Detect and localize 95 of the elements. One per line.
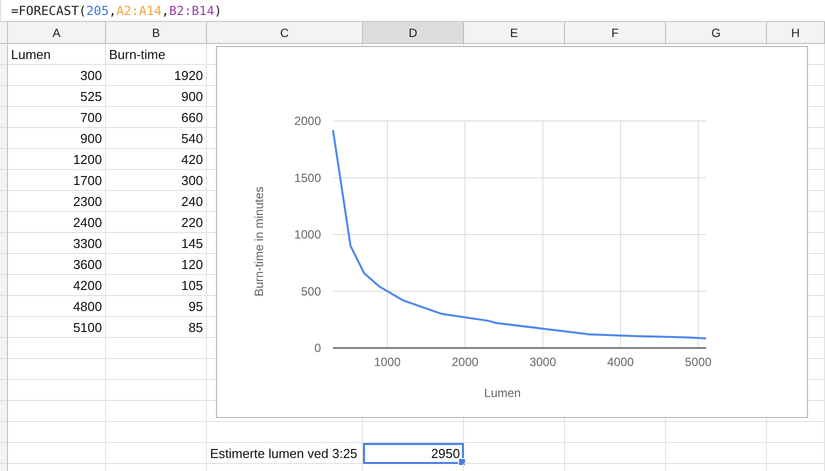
table-cell[interactable] xyxy=(106,359,207,380)
table-cell[interactable]: Burn-time xyxy=(106,44,207,65)
table-cell[interactable] xyxy=(106,401,207,422)
table-cell[interactable] xyxy=(8,380,106,401)
table-cell[interactable] xyxy=(207,422,363,443)
fill-handle[interactable] xyxy=(458,458,466,466)
table-cell[interactable] xyxy=(767,443,825,464)
row-header[interactable] xyxy=(0,212,8,233)
table-cell[interactable]: 525 xyxy=(8,86,106,107)
table-cell[interactable] xyxy=(565,443,666,464)
table-cell[interactable]: Estimerte lumen ved 3:25 xyxy=(207,443,363,464)
table-cell[interactable]: 220 xyxy=(106,212,207,233)
table-cell[interactable] xyxy=(464,443,565,464)
table-cell[interactable]: 2950 xyxy=(363,443,464,464)
table-cell[interactable]: 120 xyxy=(106,254,207,275)
table-cell[interactable]: 145 xyxy=(106,233,207,254)
row-header[interactable] xyxy=(0,233,8,254)
row-header[interactable] xyxy=(0,170,8,191)
column-header[interactable]: F xyxy=(565,22,666,44)
table-cell[interactable] xyxy=(106,422,207,443)
y-axis-title: Burn-time in minutes xyxy=(252,186,266,297)
x-axis-title: Lumen xyxy=(484,386,521,400)
y-tick-label: 1500 xyxy=(294,170,321,185)
table-cell[interactable] xyxy=(8,422,106,443)
corner-cell[interactable] xyxy=(0,22,8,44)
table-cell[interactable]: 420 xyxy=(106,149,207,170)
table-cell[interactable]: 900 xyxy=(8,128,106,149)
row-header[interactable] xyxy=(0,380,8,401)
table-cell[interactable] xyxy=(8,338,106,359)
formula-text: =FORECAST(205,A2:A14,B2:B14) xyxy=(11,3,222,18)
table-cell[interactable]: 85 xyxy=(106,317,207,338)
column-header[interactable]: B xyxy=(106,22,207,44)
y-tick-label: 500 xyxy=(300,284,321,298)
row-header[interactable] xyxy=(0,65,8,86)
table-cell[interactable]: 240 xyxy=(106,191,207,212)
row-header[interactable] xyxy=(0,317,8,338)
table-cell[interactable]: 95 xyxy=(106,296,207,317)
x-tick-label: 5000 xyxy=(684,355,712,369)
column-header[interactable]: D xyxy=(363,22,464,44)
table-cell[interactable]: 4200 xyxy=(8,275,106,296)
table-cell[interactable]: Lumen xyxy=(8,44,106,65)
table-cell[interactable]: 900 xyxy=(106,86,207,107)
table-cell[interactable]: 3300 xyxy=(8,233,106,254)
y-tick-label: 0 xyxy=(314,341,321,355)
column-header[interactable]: H xyxy=(767,22,825,44)
x-tick-label: 3000 xyxy=(529,355,556,369)
row-header[interactable] xyxy=(0,149,8,170)
y-tick-label: 1000 xyxy=(294,228,321,242)
table-cell[interactable] xyxy=(767,422,825,443)
table-cell[interactable]: 3600 xyxy=(8,254,106,275)
row-header[interactable] xyxy=(0,401,8,422)
column-header[interactable]: E xyxy=(464,22,565,44)
row-header[interactable] xyxy=(0,359,8,380)
table-cell[interactable]: 1700 xyxy=(8,170,106,191)
table-cell[interactable] xyxy=(8,401,106,422)
row-header[interactable] xyxy=(0,128,8,149)
row-header[interactable] xyxy=(0,275,8,296)
table-cell[interactable] xyxy=(106,338,207,359)
row-header[interactable] xyxy=(0,296,8,317)
y-tick-label: 2000 xyxy=(294,114,321,128)
table-cell[interactable]: 700 xyxy=(8,107,106,128)
row-header[interactable] xyxy=(0,86,8,107)
table-cell[interactable] xyxy=(666,422,767,443)
table-cell[interactable]: 105 xyxy=(106,275,207,296)
table-cell[interactable] xyxy=(106,443,207,464)
row-header[interactable] xyxy=(0,422,8,443)
table-cell[interactable]: 660 xyxy=(106,107,207,128)
table-cell[interactable]: 300 xyxy=(8,65,106,86)
x-tick-label: 1000 xyxy=(374,355,401,369)
table-cell[interactable] xyxy=(666,443,767,464)
table-cell[interactable]: 540 xyxy=(106,128,207,149)
x-tick-label: 2000 xyxy=(452,355,478,369)
row-header[interactable] xyxy=(0,338,8,359)
table-cell[interactable]: 2400 xyxy=(8,212,106,233)
table-cell[interactable] xyxy=(8,359,106,380)
table-cell[interactable] xyxy=(565,422,666,443)
column-header[interactable]: C xyxy=(207,22,363,44)
table-cell[interactable]: 1200 xyxy=(8,149,106,170)
column-header[interactable]: A xyxy=(8,22,106,44)
row-header[interactable] xyxy=(0,44,8,65)
table-cell[interactable]: 2300 xyxy=(8,191,106,212)
table-cell[interactable] xyxy=(464,422,565,443)
table-cell[interactable] xyxy=(363,422,464,443)
row-header[interactable] xyxy=(0,107,8,128)
x-tick-label: 4000 xyxy=(607,355,634,369)
row-header[interactable] xyxy=(0,443,8,464)
table-cell[interactable]: 300 xyxy=(106,170,207,191)
table-cell[interactable]: 1920 xyxy=(106,65,207,86)
row-header[interactable] xyxy=(0,191,8,212)
table-cell[interactable] xyxy=(106,380,207,401)
column-header[interactable]: G xyxy=(666,22,767,44)
row-header[interactable] xyxy=(0,254,8,275)
table-cell[interactable]: 5100 xyxy=(8,317,106,338)
table-cell[interactable]: 4800 xyxy=(8,296,106,317)
table-cell[interactable] xyxy=(8,443,106,464)
